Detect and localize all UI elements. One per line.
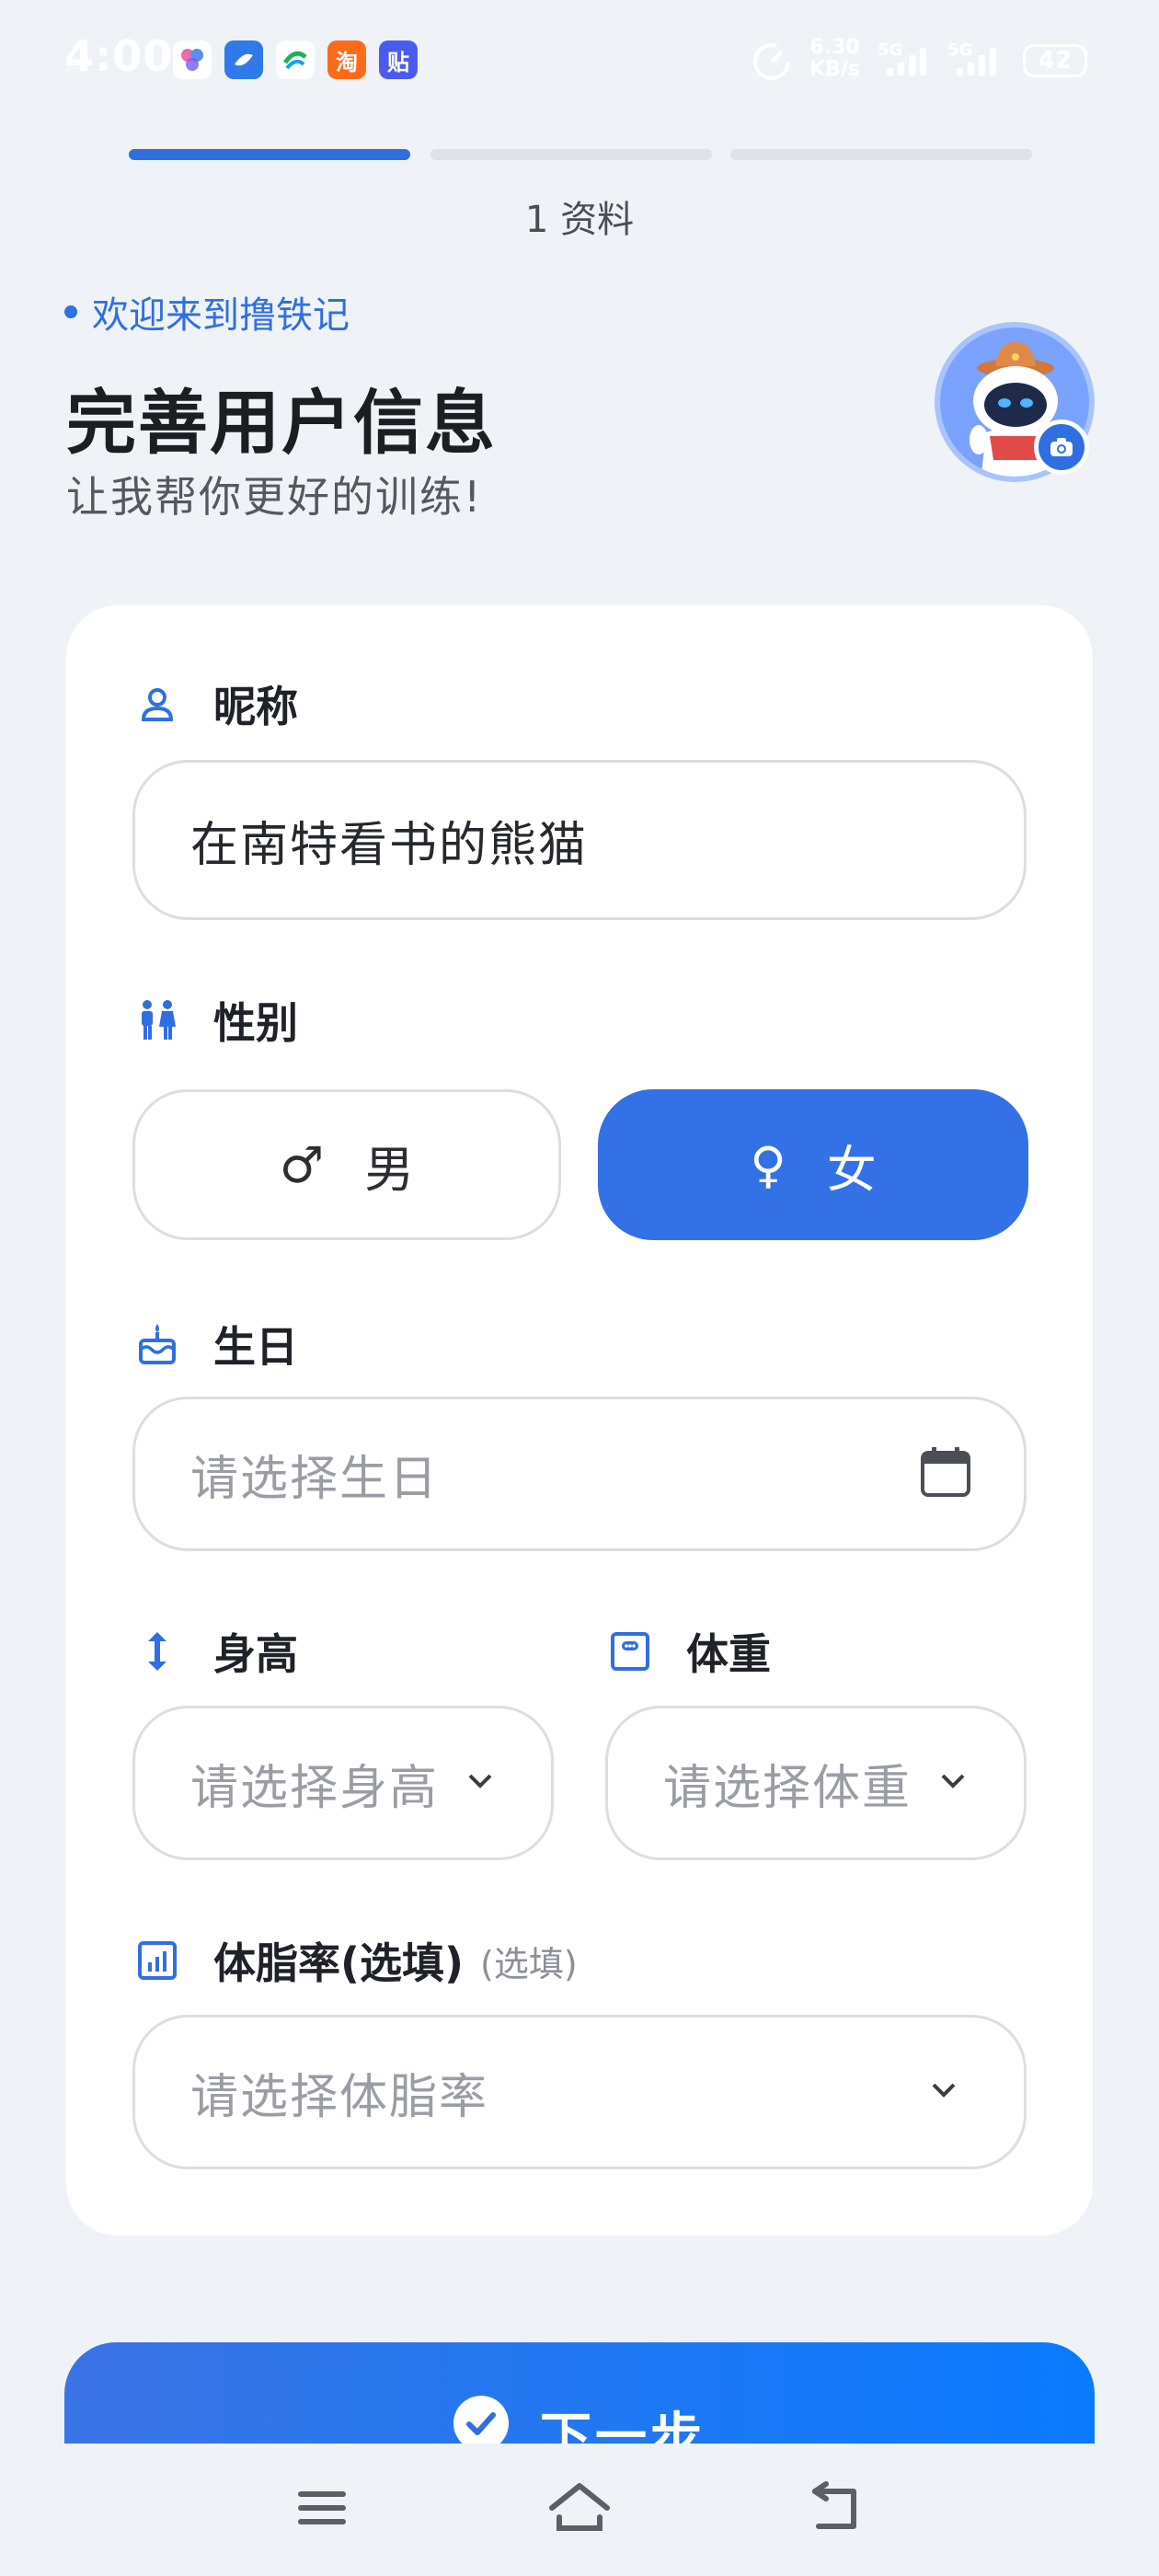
weight-label: 体重	[609, 1621, 771, 1682]
body-fat-placeholder: 请选择体脂率	[190, 2069, 489, 2125]
height-select[interactable]: 请选择身高	[132, 1706, 554, 1860]
person-icon	[136, 683, 178, 725]
gender-icon	[136, 999, 178, 1041]
chevron-down-icon	[466, 1772, 494, 1794]
gender-male-button[interactable]: ♂ 男	[132, 1089, 561, 1240]
progress-step-3	[730, 149, 1032, 160]
china-mobile-icon	[276, 40, 315, 79]
weight-select[interactable]: 请选择体重	[605, 1706, 1027, 1860]
camera-icon	[1050, 438, 1073, 456]
signal-5g-icon-2: 5G	[947, 40, 996, 75]
menu-icon[interactable]	[294, 2480, 350, 2539]
nickname-value: 在南特看书的熊猫	[190, 817, 589, 873]
height-label: 身高	[136, 1621, 298, 1682]
nickname-label: 昵称	[136, 673, 298, 734]
chart-icon	[136, 1939, 178, 1982]
optional-hint: (选填)	[480, 1943, 578, 1984]
app-icon-1	[173, 40, 212, 79]
taobao-icon: 淘	[327, 40, 366, 79]
change-avatar-button[interactable]	[1034, 420, 1089, 475]
nickname-input[interactable]: 在南特看书的熊猫	[132, 760, 1027, 920]
female-symbol-icon: ♀	[750, 1135, 786, 1194]
bullet-dot	[64, 305, 77, 318]
app-icon-2	[224, 40, 263, 79]
cake-icon	[136, 1323, 178, 1365]
status-time: 4:00	[64, 31, 174, 81]
height-placeholder: 请选择身高	[190, 1760, 440, 1816]
calendar-icon	[919, 1445, 972, 1502]
height-arrows-icon	[136, 1630, 178, 1673]
next-step-label: 下一步	[540, 2408, 706, 2444]
chevron-down-icon	[930, 2081, 958, 2103]
next-step-button[interactable]: 下一步	[64, 2342, 1095, 2444]
scale-icon	[609, 1630, 651, 1673]
chevron-down-icon	[939, 1772, 967, 1794]
body-fat-label: 体脂率(选填) (选填)	[136, 1930, 578, 1991]
welcome-label: 欢迎来到撸铁记	[92, 294, 350, 337]
page-title: 完善用户信息	[66, 382, 497, 464]
birthday-placeholder: 请选择生日	[190, 1451, 440, 1507]
body-fat-select[interactable]: 请选择体脂率	[132, 2015, 1027, 2169]
tieba-icon: 贴	[379, 40, 418, 79]
net-speed: 6.30 KB/s	[809, 36, 860, 81]
progress-step-2	[430, 149, 712, 160]
welcome-text: 欢迎来到撸铁记	[64, 285, 350, 339]
signal-5g-icon: 5G	[878, 40, 926, 75]
page-subtitle: 让我帮你更好的训练!	[66, 472, 483, 522]
male-symbol-icon: ♂	[279, 1135, 325, 1194]
gender-label: 性别	[136, 990, 298, 1051]
data-saver-icon	[751, 40, 793, 86]
check-circle-icon	[453, 2396, 509, 2444]
weight-placeholder: 请选择体重	[663, 1760, 912, 1816]
back-icon[interactable]	[809, 2480, 866, 2539]
progress-step-1	[129, 149, 410, 160]
battery-indicator: 42	[1023, 44, 1087, 77]
birthday-label: 生日	[136, 1314, 298, 1374]
birthday-picker[interactable]: 请选择生日	[132, 1397, 1027, 1551]
step-label: 1 资料	[524, 199, 635, 241]
home-icon[interactable]	[546, 2480, 613, 2539]
gender-female-button[interactable]: ♀ 女	[598, 1089, 1028, 1240]
